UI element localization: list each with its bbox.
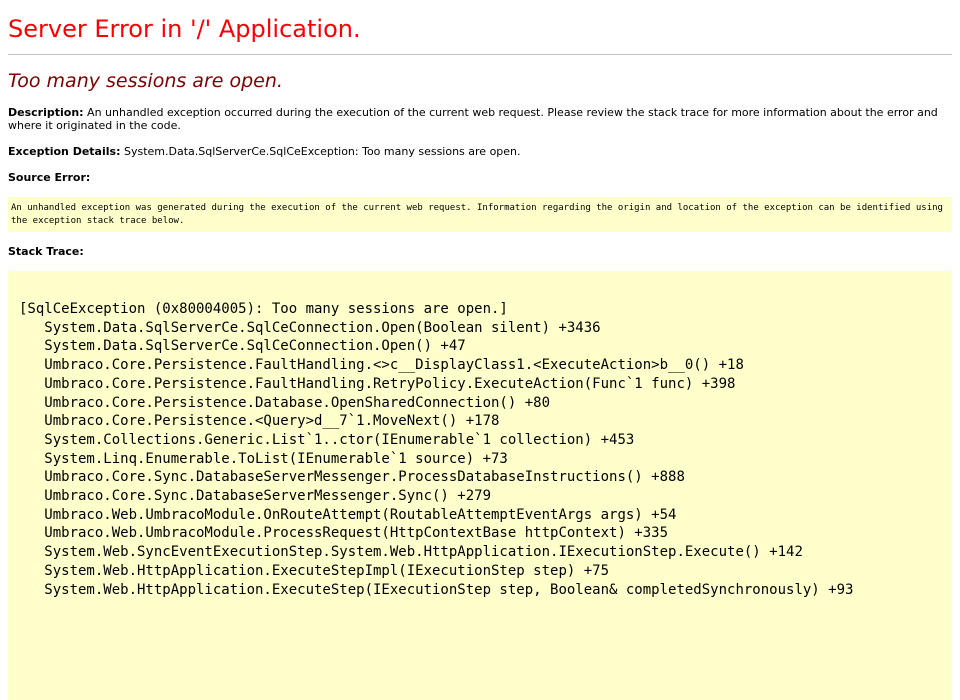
stack-trace-line: System.Linq.Enumerable.ToList(IEnumerabl… — [19, 450, 508, 467]
stack-trace-line: System.Data.SqlServerCe.SqlCeConnection.… — [19, 319, 601, 336]
stack-trace-line: Umbraco.Web.UmbracoModule.ProcessRequest… — [19, 525, 669, 542]
stack-trace-line: Umbraco.Core.Sync.DatabaseServerMessenge… — [19, 488, 492, 505]
description-label: Description: — [8, 106, 84, 119]
error-page: Server Error in '/' Application. Too man… — [0, 0, 960, 700]
title-divider — [8, 54, 952, 55]
stack-trace-line: Umbraco.Core.Persistence.<Query>d__7`1.M… — [19, 413, 500, 430]
stack-trace-line: System.Web.SyncEventExecutionStep.System… — [19, 544, 803, 561]
stack-trace-line: System.Web.HttpApplication.ExecuteStep(I… — [19, 581, 854, 598]
exception-details-section: Exception Details: System.Data.SqlServer… — [8, 145, 952, 158]
description-section: Description: An unhandled exception occu… — [8, 106, 943, 132]
source-error-box: An unhandled exception was generated dur… — [8, 197, 952, 232]
stack-trace-box[interactable]: [SqlCeException (0x80004005): Too many s… — [8, 271, 952, 700]
stack-trace-section: Stack Trace: — [8, 245, 952, 258]
error-message-heading: Too many sessions are open. — [8, 70, 283, 92]
stack-trace-line: Umbraco.Core.Sync.DatabaseServerMessenge… — [19, 469, 685, 486]
stack-trace-line: Umbraco.Web.UmbracoModule.OnRouteAttempt… — [19, 506, 677, 523]
source-error-section: Source Error: — [8, 171, 952, 184]
stack-trace-label: Stack Trace: — [8, 245, 84, 258]
stack-trace-line: [SqlCeException (0x80004005): Too many s… — [19, 301, 508, 317]
exception-details-label: Exception Details: — [8, 145, 121, 158]
stack-trace-line: System.Data.SqlServerCe.SqlCeConnection.… — [19, 338, 466, 355]
description-text: An unhandled exception occurred during t… — [8, 106, 938, 132]
source-error-label: Source Error: — [8, 171, 91, 184]
stack-trace-line: System.Web.HttpApplication.ExecuteStepIm… — [19, 562, 610, 579]
source-error-text[interactable]: An unhandled exception was generated dur… — [11, 202, 949, 228]
stack-trace-line: Umbraco.Core.Persistence.FaultHandling.R… — [19, 375, 736, 392]
stack-trace-line: System.Collections.Generic.List`1..ctor(… — [19, 431, 635, 448]
stack-trace-line: Umbraco.Core.Persistence.FaultHandling.<… — [19, 357, 744, 374]
exception-details-text: System.Data.SqlServerCe.SqlCeException: … — [120, 145, 521, 158]
page-title: Server Error in '/' Application. — [8, 15, 361, 43]
stack-trace-line: Umbraco.Core.Persistence.Database.OpenSh… — [19, 394, 551, 411]
